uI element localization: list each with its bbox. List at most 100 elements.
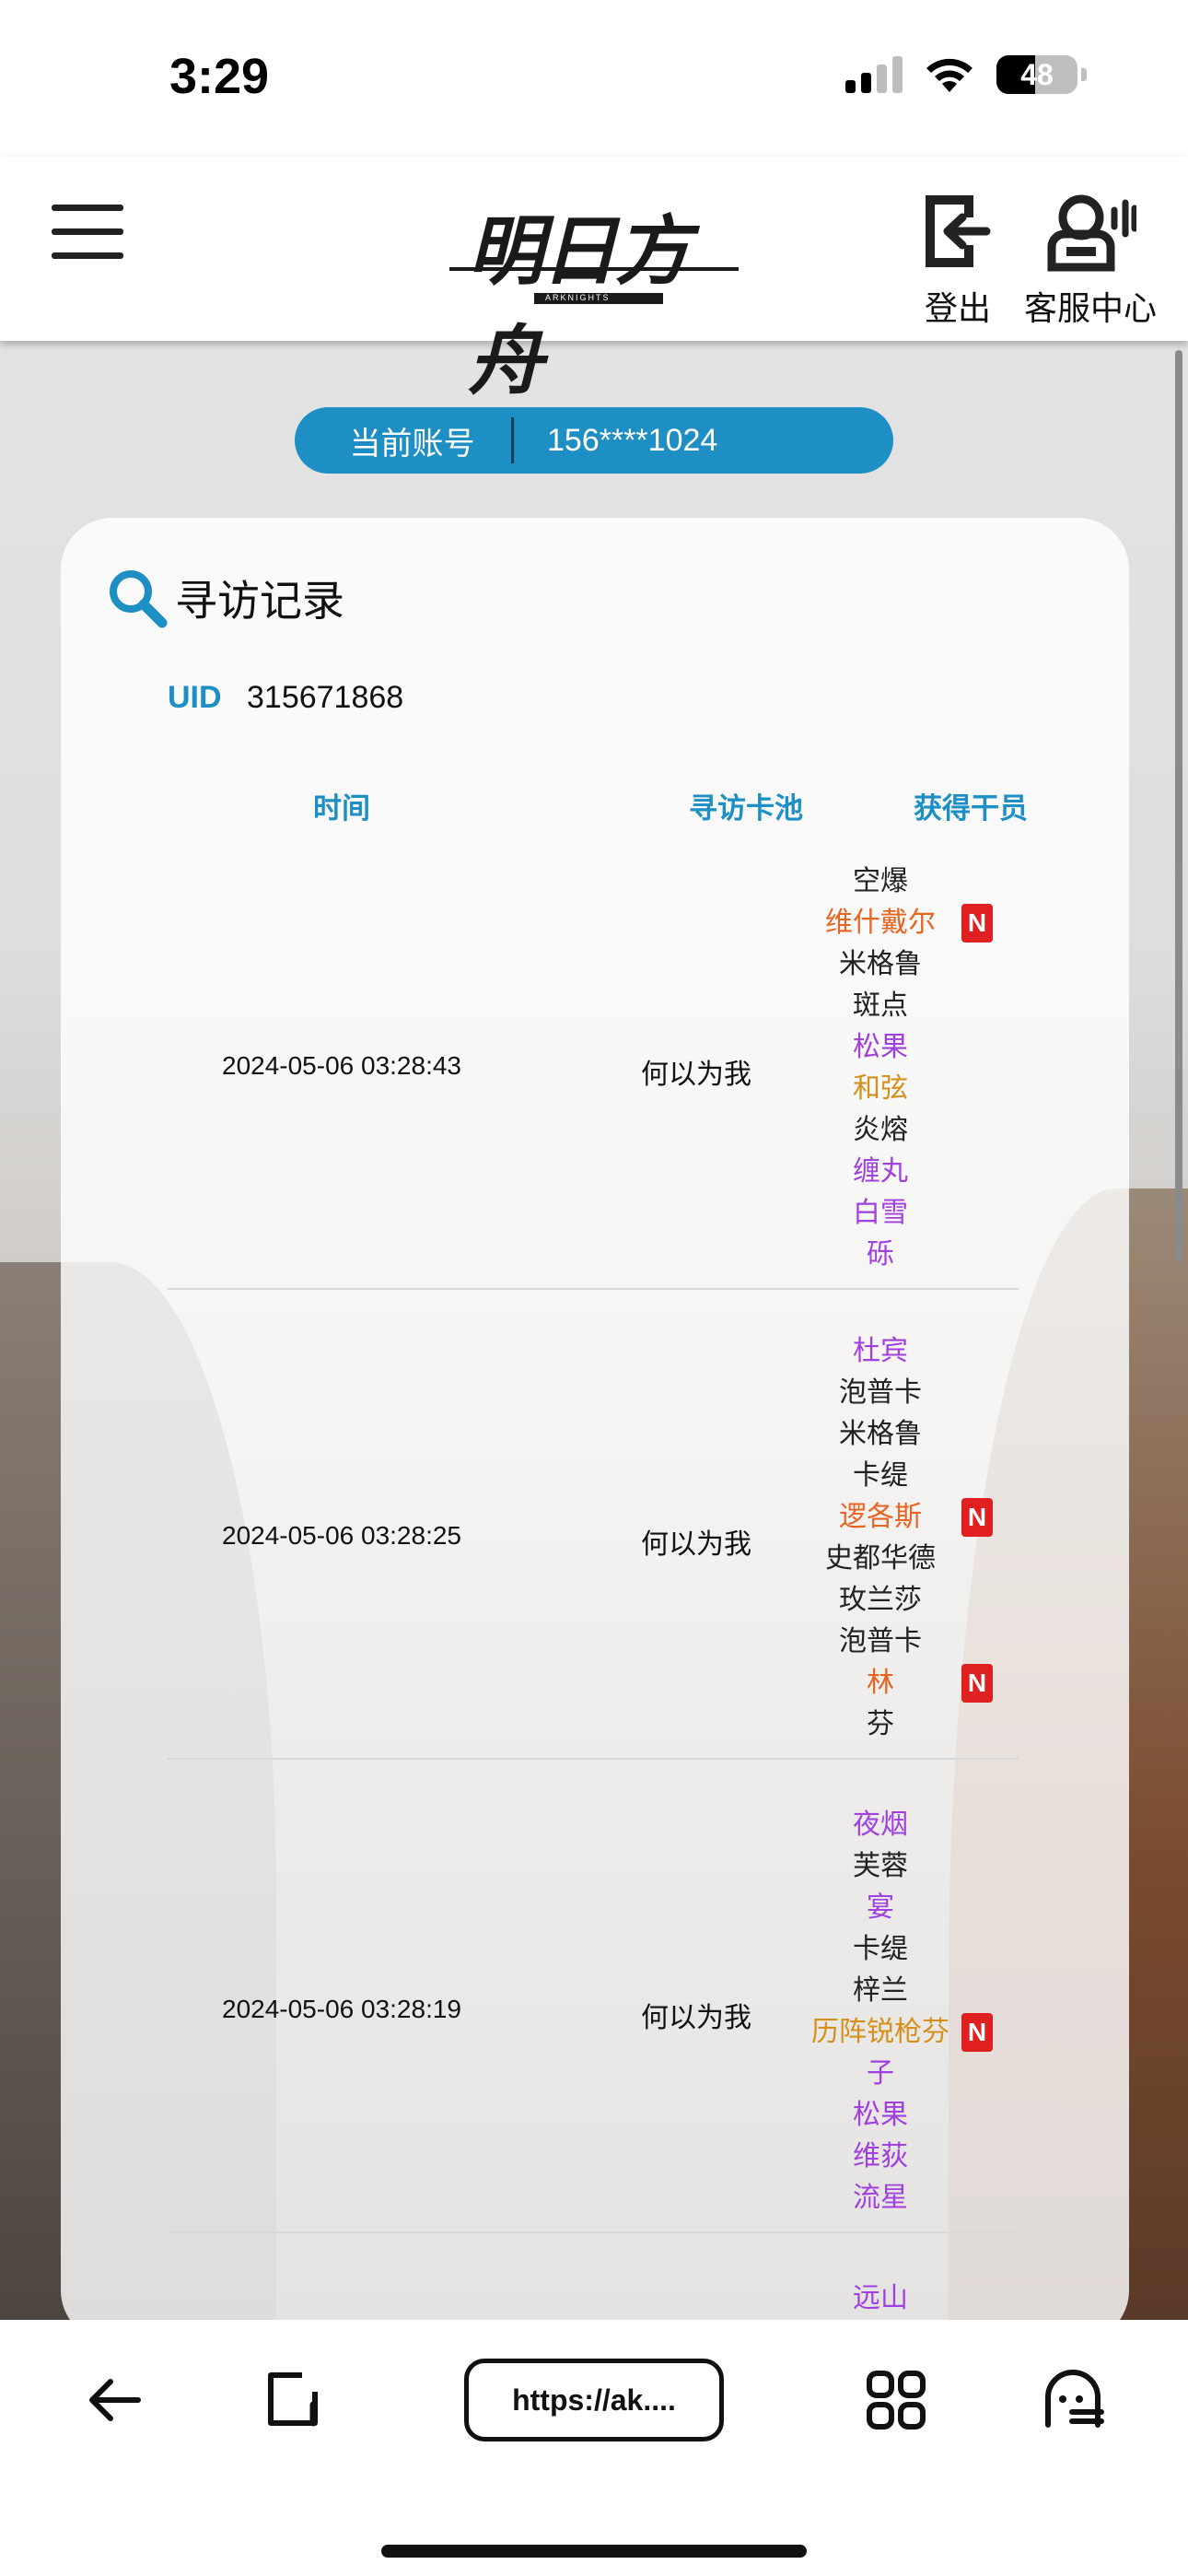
logo-subtext: ARKNIGHTS	[545, 293, 611, 302]
record-operator-list: 空爆维什戴尔米格鲁斑点松果和弦炎熔缠丸白雪砾	[742, 861, 1019, 1275]
operator-name: 逻各斯	[839, 1502, 922, 1532]
operator-entry: 芙蓉	[742, 1845, 1019, 1887]
home-indicator[interactable]	[381, 2545, 807, 2558]
operator-entry: 空爆	[742, 861, 1019, 902]
status-icons: 48	[845, 55, 1087, 94]
operator-name: 泡普卡	[839, 1626, 922, 1657]
operator-name: 玫兰莎	[839, 1585, 922, 1615]
column-header-operator: 获得干员	[914, 792, 1028, 825]
uid-value: 315671868	[247, 680, 404, 715]
battery-icon: 48	[996, 55, 1077, 94]
status-bar: 3:29 48	[0, 0, 1188, 157]
operator-name: 炎熔	[853, 1115, 908, 1145]
operator-entry: 缠丸	[742, 1151, 1019, 1192]
operator-name: 维什戴尔	[825, 907, 936, 938]
account-label: 当前账号	[349, 426, 475, 462]
operator-name: 和弦	[853, 1073, 908, 1104]
operator-name: 卡缇	[853, 1460, 908, 1491]
operator-entry: 夜烟	[742, 1804, 1019, 1845]
operator-name: 史都华德	[825, 1543, 936, 1574]
operator-entry: 维什戴尔	[742, 902, 1019, 943]
operator-name: 米格鲁	[839, 949, 922, 979]
grid-icon[interactable]	[864, 2368, 928, 2432]
operator-name: 林	[867, 1668, 894, 1698]
operator-entry: 流星	[742, 2177, 1019, 2219]
operator-name: 泡普卡	[839, 1377, 922, 1408]
logout-button[interactable]: 登出	[912, 190, 1004, 330]
status-time: 3:29	[169, 49, 270, 104]
operator-name: 斑点	[853, 990, 908, 1021]
operator-name: 远山	[853, 2283, 908, 2313]
operator-name: 松果	[853, 1032, 908, 1062]
column-header-time: 时间	[313, 792, 370, 825]
operator-name: 流星	[853, 2183, 908, 2213]
operator-name: 芙蓉	[853, 1851, 908, 1881]
row-separator	[168, 1758, 1019, 1760]
current-account-pill: 当前账号 156****1024	[295, 407, 893, 474]
uid-label: UID	[168, 680, 222, 715]
support-center-button[interactable]: 客服中心	[1017, 190, 1164, 330]
account-value: 156****1024	[547, 422, 718, 458]
operator-entry: 杜宾	[742, 1330, 1019, 1372]
operator-name: 夜烟	[853, 1809, 908, 1840]
uid-row: UID 315671868	[168, 680, 403, 716]
operator-entry: 松果	[742, 1026, 1019, 1068]
support-label: 客服中心	[1023, 289, 1157, 327]
operator-name: 杜宾	[853, 1336, 908, 1366]
ghost-icon[interactable]	[1041, 2368, 1105, 2432]
operator-name: 空爆	[853, 866, 908, 896]
logout-icon	[926, 195, 991, 267]
row-separator	[168, 1288, 1019, 1290]
operator-name: 子	[867, 2058, 894, 2089]
logout-label: 登出	[924, 289, 991, 327]
operator-entry: 史都华德	[742, 1538, 1019, 1579]
card-title-text: 寻访记录	[175, 577, 344, 625]
back-arrow-icon[interactable]	[83, 2368, 147, 2432]
operator-name: 白雪	[853, 1198, 908, 1228]
operator-entry: 卡缇	[742, 1455, 1019, 1496]
browser-toolbar: https://ak....	[0, 2320, 1188, 2576]
url-bar[interactable]: https://ak....	[464, 2359, 724, 2441]
operator-entry: 子	[742, 2053, 1019, 2094]
operator-entry: 泡普卡	[742, 1621, 1019, 1662]
operator-entry: 宴	[742, 1887, 1019, 1928]
operator-entry: 米格鲁	[742, 943, 1019, 985]
operator-entry: 和弦	[742, 1068, 1019, 1109]
record-operator-list: 远山	[742, 2277, 1019, 2319]
row-separator	[168, 2231, 1019, 2233]
record-time: 2024-05-06 03:28:19	[222, 1995, 461, 2023]
operator-name: 米格鲁	[839, 1419, 922, 1449]
record-time: 2024-05-06 03:28:25	[222, 1521, 461, 1550]
card-title: 寻访记录	[107, 568, 344, 628]
search-icon	[110, 570, 168, 628]
record-time: 2024-05-06 03:28:43	[222, 1051, 461, 1080]
page-scrollbar[interactable]	[1175, 350, 1182, 1262]
operator-entry: 玫兰莎	[742, 1579, 1019, 1621]
operator-entry: 卡缇	[742, 1928, 1019, 1970]
gacha-record-card: 寻访记录 UID 315671868 时间 寻访卡池 获得干员 2024-05-…	[61, 518, 1129, 2342]
operator-entry: 历阵锐枪芬	[742, 2011, 1019, 2053]
operator-name: 宴	[867, 1892, 894, 1923]
operator-entry: 白雪	[742, 1192, 1019, 1234]
cellular-signal-icon	[845, 56, 903, 93]
headset-support-icon	[1047, 194, 1136, 272]
site-header: 明日方舟 ARKNIGHTS 登出 客服中心	[0, 157, 1188, 405]
operator-entry: 林	[742, 1662, 1019, 1704]
operator-entry: 逻各斯	[742, 1496, 1019, 1538]
wifi-icon	[926, 58, 973, 92]
operator-entry: 斑点	[742, 985, 1019, 1026]
operator-name: 维荻	[853, 2141, 908, 2172]
tab-switch-icon[interactable]	[262, 2368, 326, 2432]
hamburger-menu-icon[interactable]	[52, 205, 125, 260]
operator-name: 松果	[853, 2100, 908, 2130]
operator-entry: 松果	[742, 2094, 1019, 2136]
operator-name: 芬	[867, 1709, 894, 1739]
operator-name: 历阵锐枪芬	[811, 2017, 949, 2047]
operator-name: 缠丸	[853, 1156, 908, 1187]
operator-entry: 砾	[742, 1234, 1019, 1275]
operator-entry: 远山	[742, 2277, 1019, 2319]
record-operator-list: 杜宾 泡普卡 米格鲁 卡缇 逻各斯 史都华德 玫兰莎 泡普卡林芬	[742, 1330, 1019, 1745]
operator-name: 梓兰	[853, 1975, 908, 2006]
operator-name: 卡缇	[853, 1934, 908, 1964]
arknights-logo[interactable]: 明日方舟 ARKNIGHTS	[449, 182, 739, 405]
